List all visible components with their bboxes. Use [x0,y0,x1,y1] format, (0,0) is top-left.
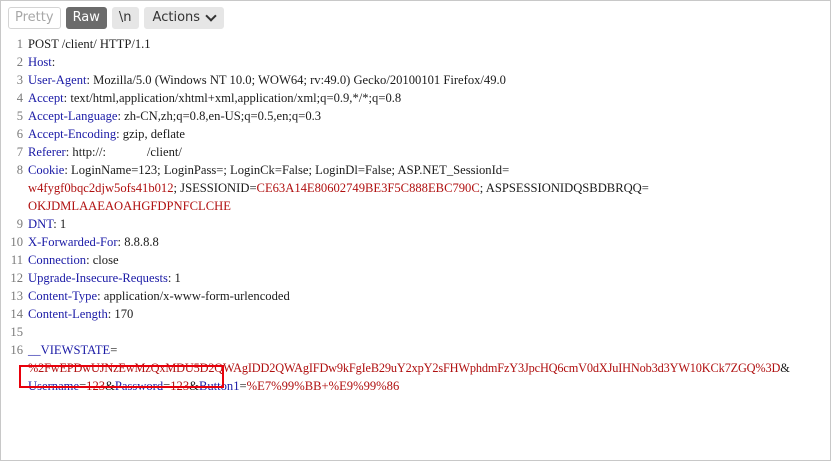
header-line-content-type: Content-Type: application/x-www-form-url… [28,289,290,304]
request-line-text: POST /client/ HTTP/1.1 [28,37,151,51]
header-line-accept-encoding: Accept-Encoding: gzip, deflate [28,127,185,142]
jsessionid-value: CE63A14E80602749BE3F5C888EBC790C [256,181,480,195]
param-value-password: 123 [170,379,190,393]
header-value: : [51,55,56,69]
param-separator: & [780,361,790,375]
header-name: Cookie [28,163,65,177]
header-line-dnt: DNT: 1 [28,217,66,232]
cookie-value-part: : LoginName=123; LoginPass=; LoginCk=Fal… [64,163,510,177]
request-line: POST /client/ HTTP/1.1 [28,37,151,52]
header-name: Connection [28,253,87,267]
chevron-down-icon [205,10,217,22]
header-value: : Mozilla/5.0 (Windows NT 10.0; WOW64; r… [86,73,506,87]
line-number: 7 [16,145,23,159]
header-name: Referer [28,145,66,159]
line-number: 8 [16,163,23,177]
line-number: 4 [16,91,23,105]
param-eq: = [239,379,247,393]
line-number: 6 [16,127,23,141]
cookie-value-part: ; JSESSIONID= [173,181,257,195]
header-line-referer: Referer: http://: /client/ [28,145,182,160]
header-line-accept-language: Accept-Language: zh-CN,zh;q=0.8,en-US;q=… [28,109,321,124]
actions-label: Actions [152,10,201,25]
line-number: 12 [10,271,23,285]
param-eq: = [110,343,118,357]
param-value-username: 123 [86,379,106,393]
header-line-content-length: Content-Length: 170 [28,307,133,322]
header-name: Accept-Encoding [28,127,117,141]
param-value-button1: %E7%99%BB+%E9%99%86 [246,379,400,393]
header-line-accept: Accept: text/html,application/xhtml+xml,… [28,91,401,106]
header-value: : http://: /client/ [65,145,182,159]
line-number: 2 [16,55,23,69]
param-separator: & [105,379,115,393]
aspsessionid-value: OKJDMLAAEAOAHGFDPNFCLCHE [28,199,231,213]
line-number: 11 [10,253,23,267]
header-value: : zh-CN,zh;q=0.8,en-US;q=0.5,en;q=0.3 [117,109,322,123]
param-name-username: Username [28,379,80,393]
line-number: 1 [16,37,23,51]
editor-toolbar: Pretty Raw \n Actions [1,1,830,35]
viewstate-value: %2FwEPDwUJNzEwMzQxMDU5D2QWAgIDD2QWAgIFDw… [28,361,781,375]
tab-raw[interactable]: Raw [65,7,107,29]
line-number: 10 [10,235,23,249]
line-number: 14 [10,307,23,321]
header-name: Content-Length [28,307,108,321]
header-value: : 170 [107,307,134,321]
body-viewstate-value-line: %2FwEPDwUJNzEwMzQxMDU5D2QWAgIDD2QWAgIFDw… [28,361,790,376]
toggle-newlines-button[interactable]: \n [111,7,139,29]
header-name: DNT [28,217,54,231]
session-id-value: w4fygf0bqc2djw5ofs41b012 [28,181,174,195]
header-value: : text/html,application/xhtml+xml,applic… [63,91,402,105]
header-line-cookie: Cookie: LoginName=123; LoginPass=; Login… [28,163,509,178]
actions-dropdown[interactable]: Actions [143,7,225,29]
line-number: 5 [16,109,23,123]
line-number: 9 [16,217,23,231]
raw-request-text[interactable]: 1 POST /client/ HTTP/1.1 2 Host: 3 User-… [1,37,830,460]
header-name: User-Agent [28,73,87,87]
header-line-connection: Connection: close [28,253,119,268]
param-separator: & [189,379,199,393]
header-line-host: Host: [28,55,55,70]
header-name: Host [28,55,52,69]
line-number: 3 [16,73,23,87]
header-value: : close [86,253,119,267]
line-number: 13 [10,289,23,303]
param-name-button1: Button1 [198,379,240,393]
header-value: : 1 [53,217,67,231]
header-name: X-Forwarded-For [28,235,118,249]
header-line-upgrade-insecure: Upgrade-Insecure-Requests: 1 [28,271,181,286]
header-value: : 8.8.8.8 [117,235,159,249]
header-name: Upgrade-Insecure-Requests [28,271,168,285]
body-credentials-line: Username=123&Password=123&Button1=%E7%99… [28,379,399,394]
line-number: 15 [10,325,23,339]
header-line-cookie-wrap: OKJDMLAAEAOAHGFDPNFCLCHE [28,199,231,214]
param-name-password: Password [114,379,164,393]
line-number: 16 [10,343,23,357]
header-name: Accept-Language [28,109,118,123]
header-line-cookie-wrap: w4fygf0bqc2djw5ofs41b012; JSESSIONID=CE6… [28,181,649,196]
tab-pretty[interactable]: Pretty [8,7,61,29]
cookie-value-part: ; ASPSESSIONIDQSBDBRQQ= [479,181,649,195]
header-name: Accept [28,91,64,105]
param-name: __VIEWSTATE [28,343,111,357]
request-editor-panel: Pretty Raw \n Actions 1 POST /client/ HT… [0,0,831,461]
header-line-user-agent: User-Agent: Mozilla/5.0 (Windows NT 10.0… [28,73,506,88]
body-param-viewstate: __VIEWSTATE= [28,343,117,358]
header-value: : 1 [167,271,181,285]
header-value: : gzip, deflate [116,127,186,141]
header-value: : application/x-www-form-urlencoded [97,289,290,303]
header-name: Content-Type [28,289,98,303]
header-line-x-forwarded-for: X-Forwarded-For: 8.8.8.8 [28,235,159,250]
